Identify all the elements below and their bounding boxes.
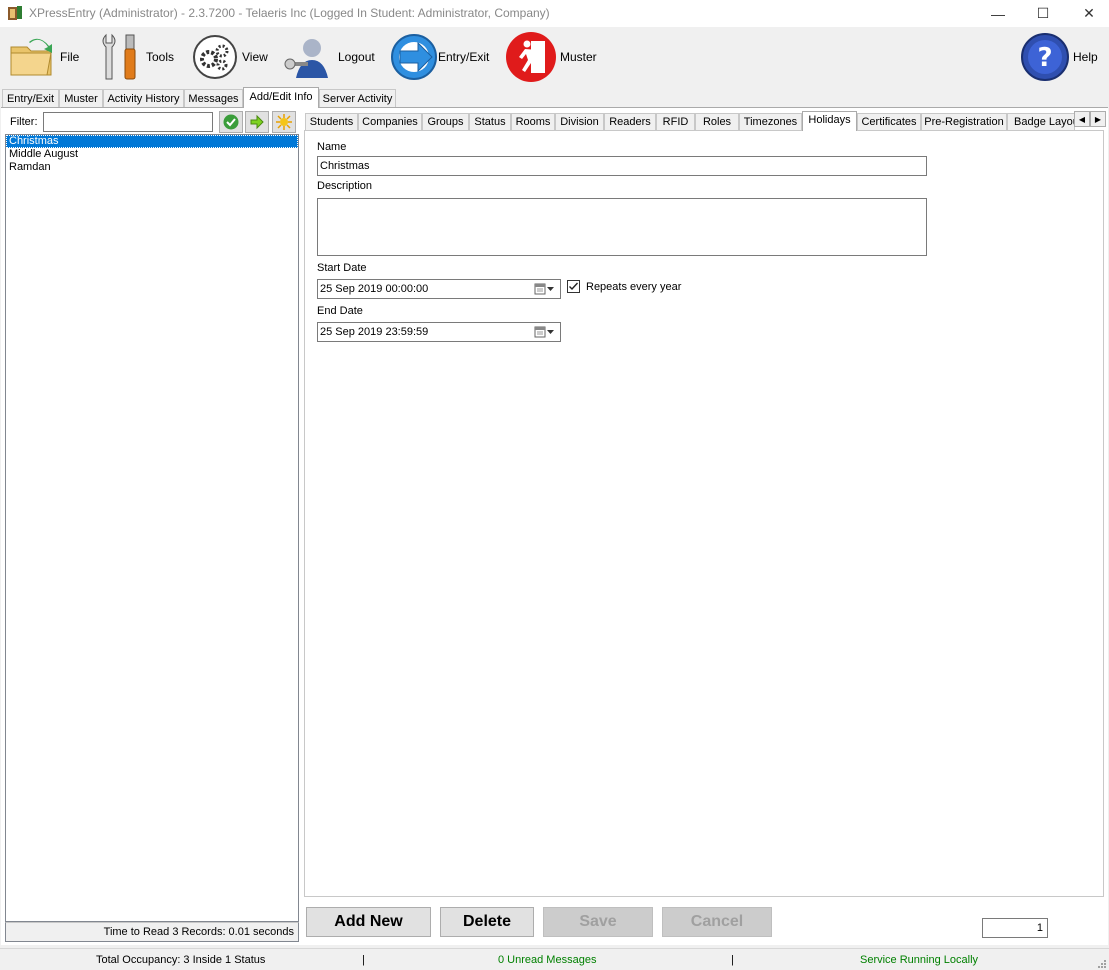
tab-companies[interactable]: Companies (358, 113, 422, 131)
sub-tab-strip: Students Companies Groups Status Rooms D… (305, 111, 1105, 131)
help-question-icon: ? (1021, 33, 1069, 81)
repeats-every-year-label: Repeats every year (586, 281, 682, 293)
cancel-button[interactable]: Cancel (662, 907, 772, 937)
start-date-picker[interactable]: 25 Sep 2019 00:00:00 (317, 279, 561, 299)
muster-button[interactable]: Muster (505, 29, 597, 85)
file-label: File (60, 50, 80, 64)
tab-groups[interactable]: Groups (422, 113, 469, 131)
sparkle-icon (276, 114, 292, 130)
go-filter-button[interactable] (245, 111, 269, 133)
start-date-label: Start Date (317, 262, 367, 274)
entry-exit-label: Entry/Exit (438, 50, 490, 64)
user-logout-icon (284, 39, 328, 78)
arrow-right-icon (250, 114, 264, 130)
calendar-dropdown-icon[interactable] (534, 283, 556, 295)
tools-button[interactable]: Tools (98, 29, 174, 85)
tab-division[interactable]: Division (555, 113, 604, 131)
wrench-icon (102, 33, 136, 80)
window-title: XPressEntry (Administrator) - 2.3.7200 -… (29, 6, 550, 20)
occupancy-status: Total Occupancy: 3 Inside 1 Status (96, 954, 266, 966)
app-icon (8, 6, 22, 20)
filter-label: Filter: (10, 116, 38, 128)
unread-messages-status[interactable]: 0 Unread Messages (498, 954, 596, 966)
tab-scroll-left-button[interactable]: ◀ (1074, 111, 1090, 127)
add-new-button[interactable]: Add New (306, 907, 431, 937)
service-status: Service Running Locally (860, 954, 979, 966)
svg-text:?: ? (1037, 43, 1052, 73)
tab-holidays[interactable]: Holidays (802, 111, 857, 131)
tab-timezones[interactable]: Timezones (739, 113, 802, 131)
page-number-field[interactable]: 1 (982, 918, 1048, 938)
close-button[interactable]: ✕ (1066, 0, 1109, 27)
toolbar: File Tools View Logout Entry/Exit Muster… (0, 27, 1109, 87)
clear-filter-button[interactable] (272, 111, 296, 133)
help-label: Help (1073, 50, 1098, 64)
entry-exit-arrow-icon (391, 34, 437, 80)
view-button[interactable]: View (192, 29, 268, 85)
checkmark-icon (569, 282, 579, 291)
logout-label: Logout (338, 50, 375, 64)
calendar-dropdown-icon[interactable] (534, 326, 556, 338)
tab-readers[interactable]: Readers (604, 113, 656, 131)
muster-label: Muster (560, 50, 597, 64)
status-separator: | (731, 954, 734, 966)
entry-exit-button[interactable]: Entry/Exit (390, 29, 489, 85)
name-input[interactable] (317, 156, 927, 176)
filter-input[interactable] (43, 112, 213, 132)
minimize-button[interactable]: — (975, 0, 1021, 27)
folder-icon (10, 38, 52, 76)
tab-add-edit-info[interactable]: Add/Edit Info (243, 87, 319, 108)
end-date-label: End Date (317, 305, 363, 317)
tab-rfid[interactable]: RFID (656, 113, 695, 131)
repeats-every-year-checkbox[interactable] (567, 280, 580, 293)
tab-badge-layout[interactable]: Badge Layout (1007, 113, 1075, 131)
status-bar: Total Occupancy: 3 Inside 1 Status | 0 U… (0, 948, 1109, 970)
save-button[interactable]: Save (543, 907, 653, 937)
name-label: Name (317, 141, 347, 153)
status-separator: | (362, 954, 365, 966)
end-date-picker[interactable]: 25 Sep 2019 23:59:59 (317, 322, 561, 342)
emergency-exit-icon (506, 32, 556, 82)
apply-filter-button[interactable] (219, 111, 243, 133)
help-button[interactable]: ? Help (1020, 29, 1098, 85)
arrow-left-icon: ◀ (1078, 114, 1086, 124)
delete-button[interactable]: Delete (440, 907, 534, 937)
record-list[interactable]: Christmas Middle August Ramdan (5, 134, 299, 922)
logout-button[interactable]: Logout (284, 29, 375, 85)
tab-students[interactable]: Students (305, 113, 358, 131)
list-item[interactable]: Christmas (6, 135, 298, 148)
tab-muster[interactable]: Muster (59, 89, 103, 107)
maximize-button[interactable]: ☐ (1020, 0, 1066, 27)
view-label: View (242, 50, 268, 64)
check-icon (223, 114, 239, 130)
tools-label: Tools (146, 50, 175, 64)
tab-certificates[interactable]: Certificates (857, 113, 921, 131)
arrow-right-icon: ▶ (1094, 114, 1102, 124)
start-date-value: 25 Sep 2019 00:00:00 (320, 283, 429, 295)
title-bar: XPressEntry (Administrator) - 2.3.7200 -… (0, 0, 1109, 27)
tab-status[interactable]: Status (469, 113, 511, 131)
gears-icon (193, 35, 237, 79)
tab-rooms[interactable]: Rooms (511, 113, 555, 131)
tab-roles[interactable]: Roles (695, 113, 739, 131)
tab-entry-exit[interactable]: Entry/Exit (2, 89, 59, 107)
end-date-value: 25 Sep 2019 23:59:59 (320, 326, 429, 338)
list-item[interactable]: Ramdan (6, 161, 298, 174)
record-count-status: Time to Read 3 Records: 0.01 seconds (5, 922, 299, 942)
resize-grip-icon[interactable] (1097, 959, 1107, 969)
file-button[interactable]: File (8, 29, 79, 85)
description-input[interactable] (317, 198, 927, 256)
tab-activity-history[interactable]: Activity History (103, 89, 184, 107)
tab-pre-registration[interactable]: Pre-Registration (921, 113, 1007, 131)
tab-messages[interactable]: Messages (184, 89, 243, 107)
tab-scroll-right-button[interactable]: ▶ (1090, 111, 1106, 127)
description-label: Description (317, 180, 373, 192)
main-tab-strip: Entry/Exit Muster Activity History Messa… (0, 87, 1109, 108)
tab-server-activity[interactable]: Server Activity (319, 89, 396, 107)
list-item[interactable]: Middle August (6, 148, 298, 161)
